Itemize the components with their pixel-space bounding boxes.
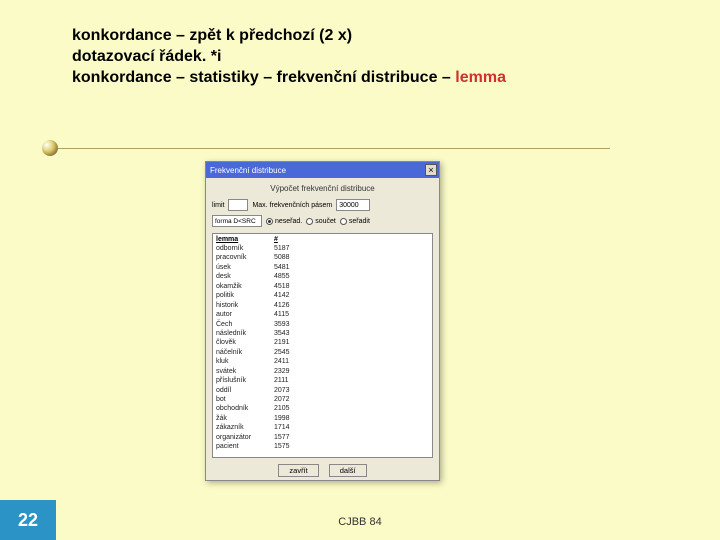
list-item[interactable]: následník3543 — [216, 329, 429, 338]
list-item-count: 1577 — [274, 433, 290, 442]
sort-row: forma D<SRC neseřad. součet seřadit — [212, 215, 433, 227]
list-item[interactable]: politik4142 — [216, 291, 429, 300]
close-icon[interactable]: × — [425, 164, 437, 176]
list-item-count: 4126 — [274, 301, 290, 310]
frequency-dialog: Frekvenční distribuce × Výpočet frekvenč… — [205, 161, 440, 481]
list-item[interactable]: kluk2411 — [216, 357, 429, 366]
list-item[interactable]: desk4855 — [216, 272, 429, 281]
bullet-icon — [42, 140, 58, 156]
list-item[interactable]: pracovník5088 — [216, 253, 429, 262]
form-select[interactable]: forma D<SRC — [212, 215, 262, 227]
list-item-count: 2545 — [274, 348, 290, 357]
list-item-lemma: následník — [216, 329, 274, 338]
list-item-lemma: člověk — [216, 338, 274, 347]
list-item-count: 2073 — [274, 386, 290, 395]
next-button[interactable]: další — [329, 464, 367, 477]
list-item-lemma: úsek — [216, 263, 274, 272]
list-item-count: 5481 — [274, 263, 290, 272]
heading-line-2: dotazovací řádek. *i — [72, 47, 506, 68]
list-item-count: 1998 — [274, 414, 290, 423]
list-item[interactable]: úsek5481 — [216, 263, 429, 272]
cancel-button[interactable]: zavřít — [278, 464, 318, 477]
list-item-count: 4142 — [274, 291, 290, 300]
limit-label: limit — [212, 202, 224, 209]
list-item[interactable]: člověk2191 — [216, 338, 429, 347]
max-input[interactable]: 30000 — [336, 199, 370, 211]
list-item[interactable]: žák1998 — [216, 414, 429, 423]
list-item-count: 4115 — [274, 310, 289, 319]
list-item-count: 2329 — [274, 367, 290, 376]
list-item[interactable]: svátek2329 — [216, 367, 429, 376]
list-item-lemma: organizátor — [216, 433, 274, 442]
list-item-lemma: bot — [216, 395, 274, 404]
list-item[interactable]: historik4126 — [216, 301, 429, 310]
list-item-count: 5088 — [274, 253, 290, 262]
list-item[interactable]: Čech3593 — [216, 320, 429, 329]
list-item[interactable]: obchodník2105 — [216, 404, 429, 413]
heading-line-1: konkordance – zpět k předchozí (2 x) — [72, 26, 506, 47]
list-item-count: 2411 — [274, 357, 289, 366]
list-item-count: 4518 — [274, 282, 290, 291]
list-item-count: 3593 — [274, 320, 290, 329]
max-label: Max. frekvenčních pásem — [252, 202, 332, 209]
list-item-count: 2105 — [274, 404, 290, 413]
dialog-button-row: zavřít další — [212, 464, 433, 477]
list-item-lemma: oddíl — [216, 386, 274, 395]
heading-line-3-highlight: lemma — [455, 69, 506, 86]
list-header: lemma # — [216, 236, 429, 243]
list-item[interactable]: pacient1575 — [216, 442, 429, 451]
list-item[interactable]: odborník5187 — [216, 244, 429, 253]
radio-sum[interactable]: součet — [306, 218, 336, 225]
list-item-lemma: odborník — [216, 244, 274, 253]
list-item-lemma: náčelník — [216, 348, 274, 357]
list-item-lemma: Čech — [216, 320, 274, 329]
list-item-lemma: desk — [216, 272, 274, 281]
list-item-count: 1575 — [274, 442, 290, 451]
list-item-count: 2072 — [274, 395, 290, 404]
list-item[interactable]: zákazník1714 — [216, 423, 429, 432]
list-item-lemma: historik — [216, 301, 274, 310]
heading-line-3: konkordance – statistiky – frekvenční di… — [72, 68, 506, 89]
divider-line — [50, 148, 610, 149]
list-item-count: 3543 — [274, 329, 290, 338]
list-item[interactable]: organizátor1577 — [216, 433, 429, 442]
list-item[interactable]: autor4115 — [216, 310, 429, 319]
radio-sorted[interactable]: seřadit — [340, 218, 370, 225]
list-item[interactable]: bot2072 — [216, 395, 429, 404]
list-item[interactable]: náčelník2545 — [216, 348, 429, 357]
frequency-list[interactable]: lemma # odborník5187pracovník5088úsek548… — [212, 233, 433, 458]
list-item-lemma: pracovník — [216, 253, 274, 262]
dialog-subtitle: Výpočet frekvenční distribuce — [212, 184, 433, 193]
slide-heading: konkordance – zpět k předchozí (2 x) dot… — [72, 26, 506, 88]
limit-row: limit Max. frekvenčních pásem 30000 — [212, 199, 433, 211]
list-item-lemma: žák — [216, 414, 274, 423]
list-item-lemma: autor — [216, 310, 274, 319]
heading-line-3-prefix: konkordance – statistiky – frekvenční di… — [72, 69, 455, 86]
list-item-lemma: okamžik — [216, 282, 274, 291]
list-item[interactable]: příslušník2111 — [216, 376, 429, 385]
list-item-count: 4855 — [274, 272, 290, 281]
list-item-count: 2191 — [274, 338, 290, 347]
list-item-lemma: politik — [216, 291, 274, 300]
list-item-lemma: kluk — [216, 357, 274, 366]
list-item-count: 1714 — [274, 423, 290, 432]
limit-dropdown[interactable] — [228, 199, 248, 211]
list-item-lemma: pacient — [216, 442, 274, 451]
list-item-count: 2111 — [274, 376, 289, 385]
list-item-lemma: zákazník — [216, 423, 274, 432]
footer-code: CJBB 84 — [0, 516, 720, 528]
list-item-lemma: příslušník — [216, 376, 274, 385]
list-item[interactable]: oddíl2073 — [216, 386, 429, 395]
list-item-count: 5187 — [274, 244, 290, 253]
dialog-title: Frekvenční distribuce — [210, 166, 286, 175]
list-item[interactable]: okamžik4518 — [216, 282, 429, 291]
radio-unsorted[interactable]: neseřad. — [266, 218, 302, 225]
list-item-lemma: obchodník — [216, 404, 274, 413]
list-item-lemma: svátek — [216, 367, 274, 376]
dialog-titlebar[interactable]: Frekvenční distribuce × — [206, 162, 439, 178]
